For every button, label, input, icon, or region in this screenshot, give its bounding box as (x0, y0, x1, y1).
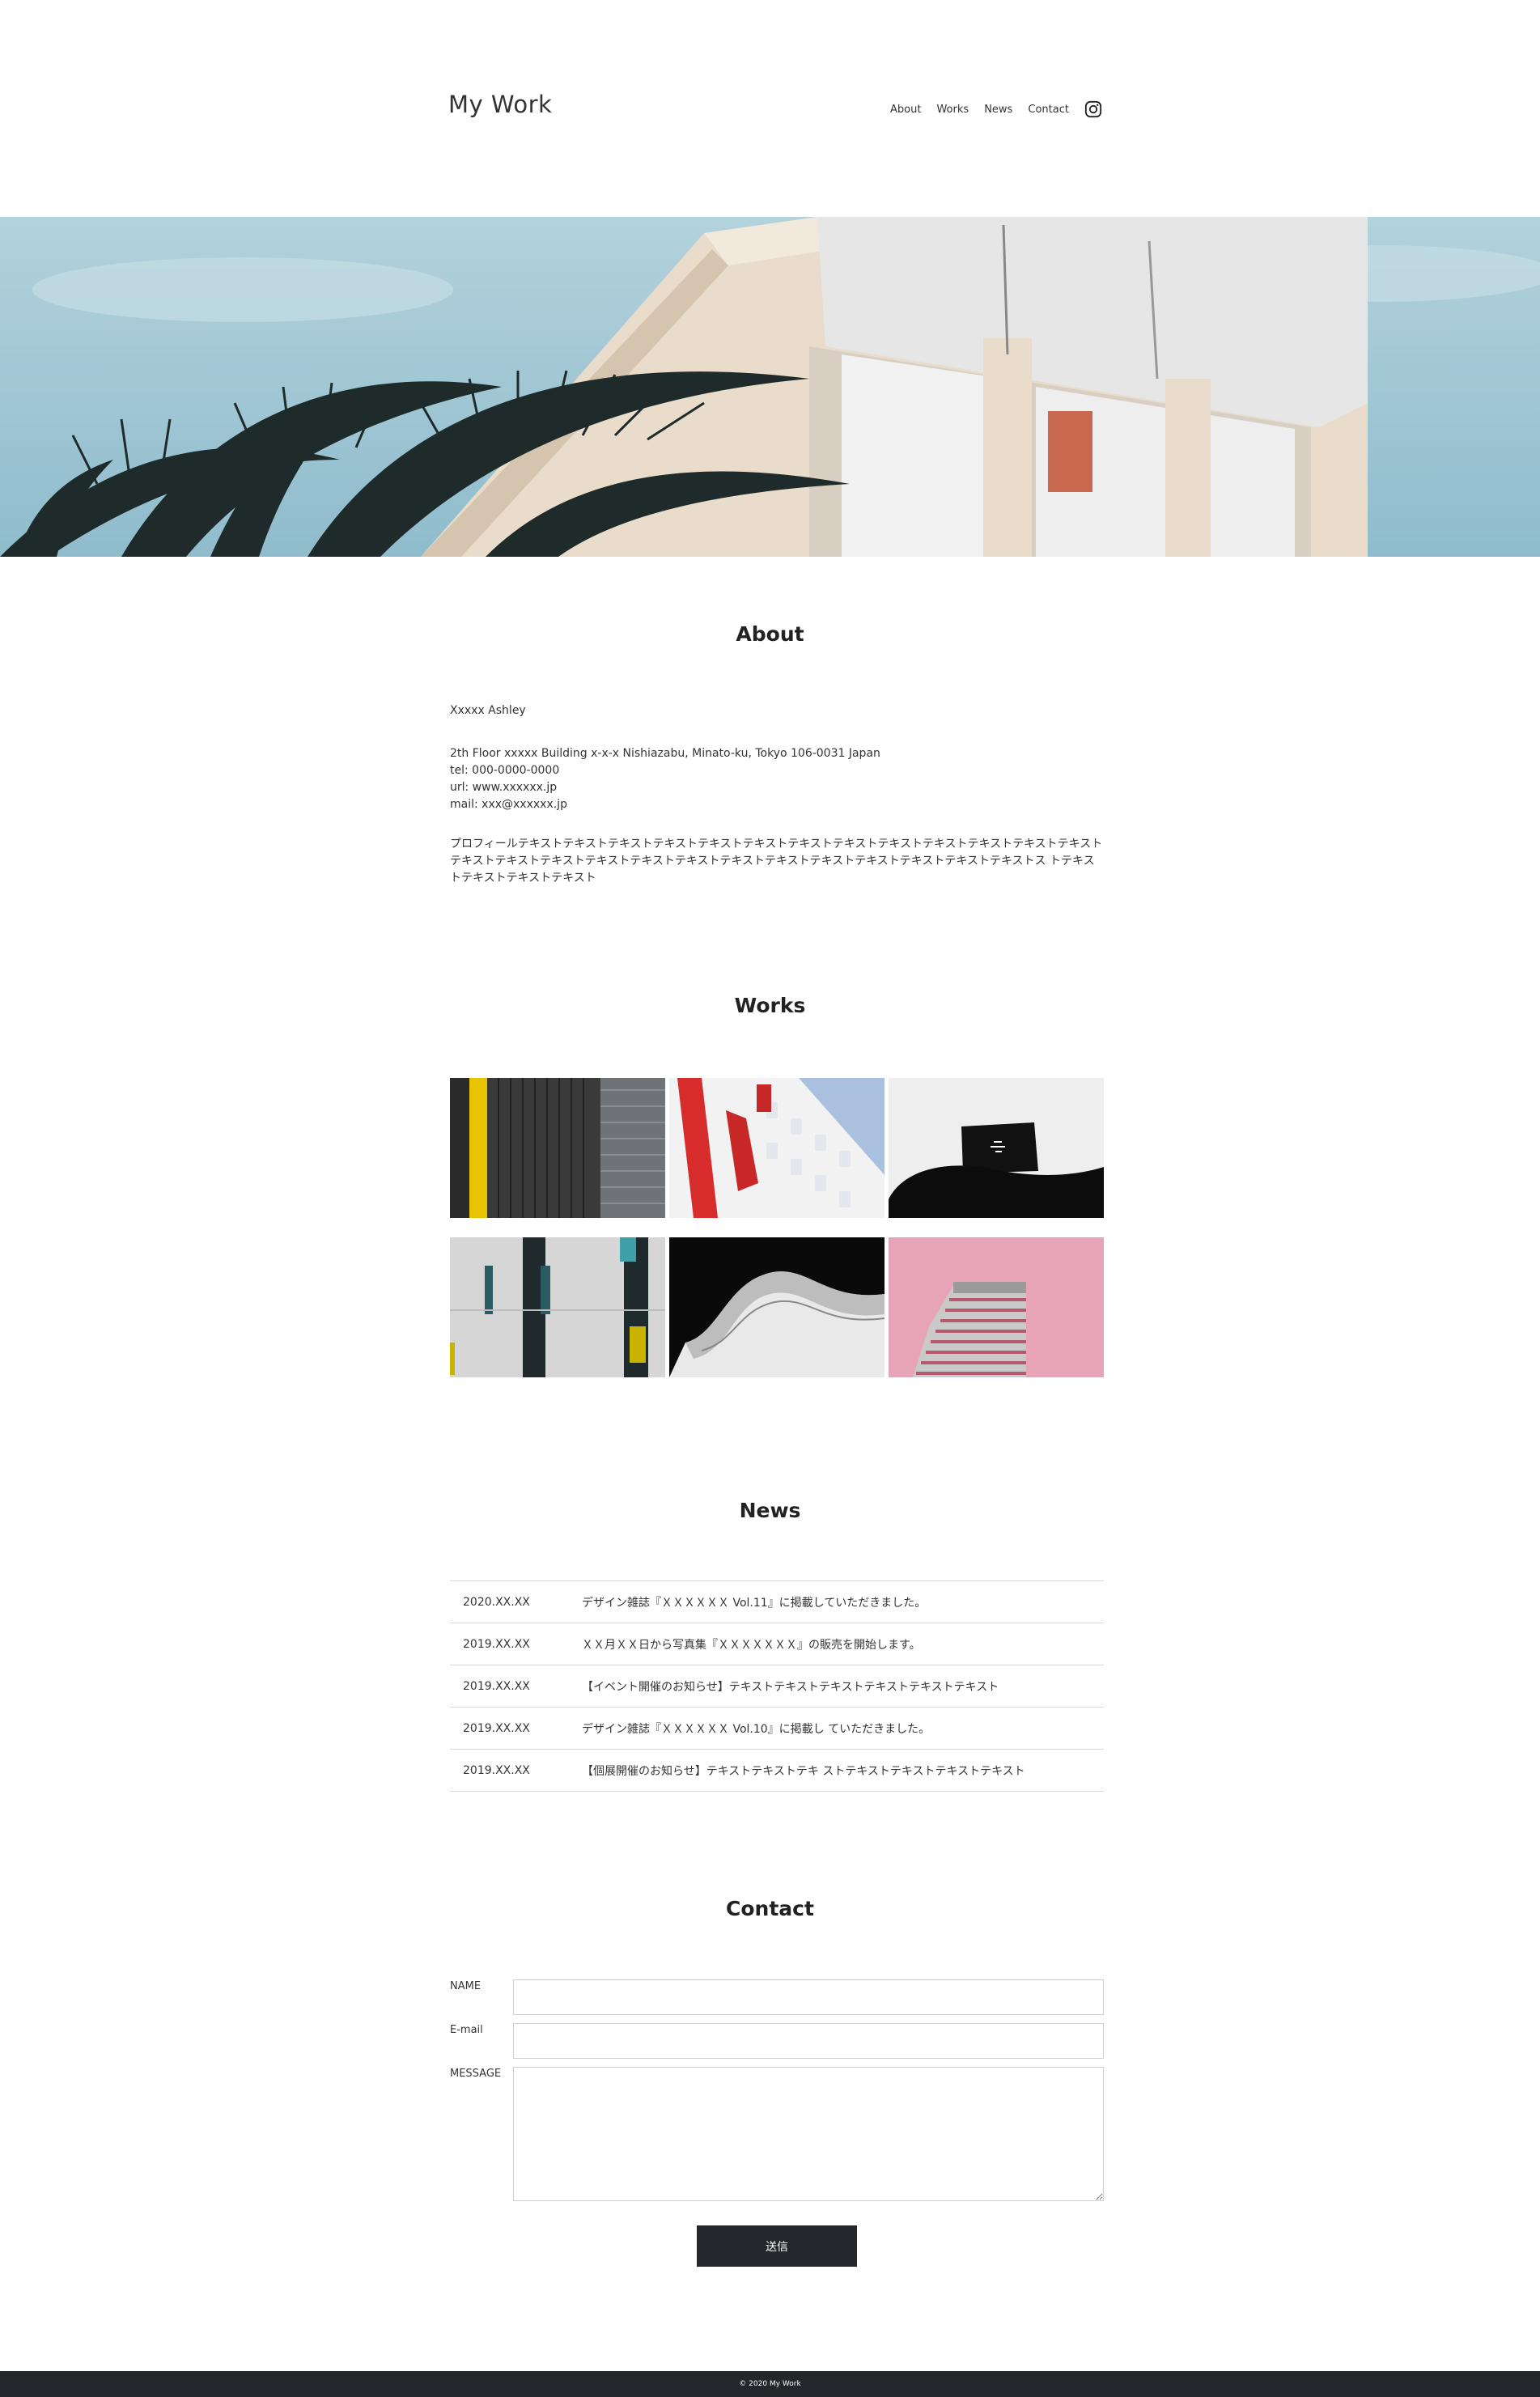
news-list: 2020.XX.XX デザイン雑誌『ＸＸＸＸＸＸ Vol.11』に掲載していただ… (450, 1580, 1104, 1792)
instagram-icon (1084, 100, 1102, 118)
site-header: My Work About Works News Contact (0, 0, 1540, 217)
main-nav: About Works News Contact (890, 97, 1102, 121)
nav-link-news[interactable]: News (984, 104, 1012, 116)
name-field[interactable] (513, 1979, 1104, 2015)
work-image (889, 1078, 1104, 1218)
nav-link-works[interactable]: Works (936, 104, 969, 116)
news-text: ＸＸ月ＸＸ日から写真集『ＸＸＸＸＸＸＸ』の販売を開始します。 (582, 1638, 921, 1652)
works-grid (450, 1078, 1104, 1377)
nav-link-contact[interactable]: Contact (1028, 104, 1069, 116)
contact-title: Contact (726, 1897, 814, 1920)
site-logo[interactable]: My Work (448, 91, 552, 118)
about-address: 2th Floor xxxxx Building x-x-x Nishiazab… (450, 745, 880, 813)
work-item-grey-windows-facade[interactable] (450, 1237, 665, 1377)
works-title: Works (734, 994, 806, 1017)
site-footer: © 2020 My Work (0, 2371, 1540, 2397)
name-label: NAME (450, 1980, 482, 1992)
work-image (450, 1078, 665, 1218)
about-name: Xxxxx Ashley (450, 704, 526, 717)
mail-line: mail: xxx@xxxxxx.jp (450, 798, 567, 811)
about-title: About (736, 622, 804, 646)
news-text: デザイン雑誌『ＸＸＸＸＸＸ Vol.10』に掲載し ていただきました。 (582, 1722, 931, 1736)
news-date: 2019.XX.XX (463, 1721, 530, 1735)
email-field[interactable] (513, 2023, 1104, 2059)
nav-link-about[interactable]: About (890, 104, 921, 116)
instagram-link[interactable] (1084, 100, 1102, 118)
copyright-text: © 2020 My Work (739, 2380, 801, 2388)
news-text: 【イベント開催のお知らせ】テキストテキストテキストテキストテキストテキスト (582, 1680, 999, 1694)
hero-image (0, 217, 1540, 557)
news-date: 2019.XX.XX (463, 1637, 530, 1651)
submit-button[interactable]: 送信 (697, 2225, 857, 2267)
news-date: 2019.XX.XX (463, 1763, 530, 1777)
work-item-black-yellow-facade[interactable] (450, 1078, 665, 1218)
news-text: 【個展開催のお知らせ】テキストテキストテキ ストテキストテキストテキストテキスト (582, 1764, 1025, 1778)
work-image (669, 1237, 885, 1377)
news-title: News (739, 1499, 801, 1522)
news-row[interactable]: 2020.XX.XX デザイン雑誌『ＸＸＸＸＸＸ Vol.11』に掲載していただ… (450, 1581, 1104, 1623)
news-date: 2020.XX.XX (463, 1595, 530, 1609)
work-image (450, 1237, 665, 1377)
about-profile: プロフィールテキストテキストテキストテキストテキストテキストテキストテキストテキ… (450, 838, 1103, 885)
news-date: 2019.XX.XX (463, 1679, 530, 1693)
url-line: url: www.xxxxxx.jp (450, 781, 558, 794)
work-item-pink-tower[interactable] (889, 1237, 1104, 1377)
work-item-red-white-building[interactable] (669, 1078, 885, 1218)
email-label: E-mail (450, 2024, 483, 2036)
news-row[interactable]: 2019.XX.XX 【イベント開催のお知らせ】テキストテキストテキストテキスト… (450, 1665, 1104, 1708)
tel-line: tel: 000-0000-0000 (450, 764, 560, 777)
message-label: MESSAGE (450, 2068, 502, 2080)
news-text: デザイン雑誌『ＸＸＸＸＸＸ Vol.11』に掲載していただきました。 (582, 1596, 927, 1610)
news-row[interactable]: 2019.XX.XX 【個展開催のお知らせ】テキストテキストテキ ストテキストテ… (450, 1750, 1104, 1792)
message-field[interactable] (513, 2067, 1104, 2201)
news-row[interactable]: 2019.XX.XX ＸＸ月ＸＸ日から写真集『ＸＸＸＸＸＸＸ』の販売を開始します… (450, 1623, 1104, 1665)
news-row[interactable]: 2019.XX.XX デザイン雑誌『ＸＸＸＸＸＸ Vol.10』に掲載し ていた… (450, 1708, 1104, 1750)
work-image (889, 1237, 1104, 1377)
work-item-black-chair-screen[interactable] (889, 1078, 1104, 1218)
work-image (669, 1078, 885, 1218)
address-line: 2th Floor xxxxx Building x-x-x Nishiazab… (450, 747, 880, 760)
work-item-white-curved-building[interactable] (669, 1237, 885, 1377)
